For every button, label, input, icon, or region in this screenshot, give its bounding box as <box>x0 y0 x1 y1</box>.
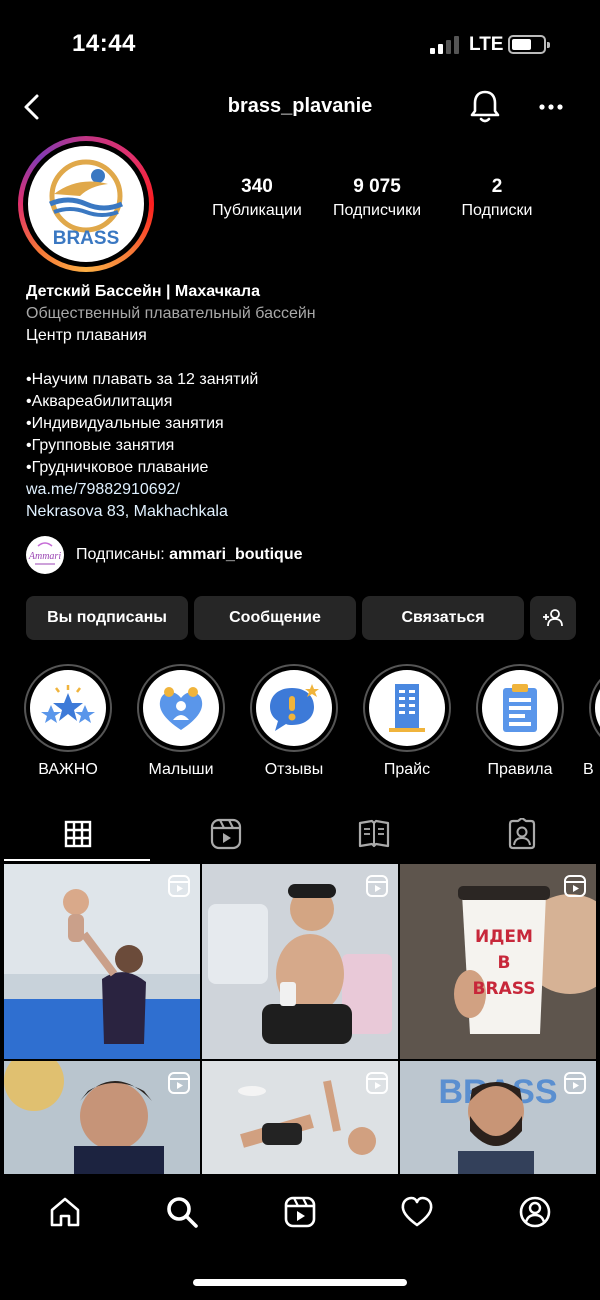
stat-following[interactable]: 2 Подписки <box>452 176 542 220</box>
highlight-important[interactable]: ВАЖНО <box>18 664 118 779</box>
bio-line: •Научим плавать за 12 занятий <box>26 371 259 388</box>
suggested-users-button[interactable] <box>530 596 576 640</box>
post-thumbnail[interactable]: BRASS <box>400 1061 596 1174</box>
stat-followers[interactable]: 9 075 Подписчики <box>318 176 436 220</box>
reel-badge-icon <box>168 1072 190 1094</box>
battery-icon <box>508 35 550 54</box>
profile-avatar: BRASS <box>28 146 144 262</box>
status-time: 14:44 <box>72 30 136 57</box>
highlight-label: Правила <box>487 761 553 778</box>
stat-posts[interactable]: 340 Публикации <box>212 176 302 220</box>
reel-badge-icon <box>564 1072 586 1094</box>
followed-by-prefix: Подписаны: <box>76 546 165 563</box>
bio-line: •Грудничковое плавание <box>26 459 209 476</box>
bio-line: •Аквареабилитация <box>26 393 173 410</box>
grid-icon <box>64 820 92 848</box>
building-icon <box>389 684 425 732</box>
post-thumbnail[interactable] <box>202 864 398 1059</box>
profile-actions: Вы подписаны Сообщение Связаться <box>26 596 576 640</box>
bio-line: Центр плавания <box>26 327 147 344</box>
add-person-icon <box>543 609 563 627</box>
ammari-logo-icon: Ammari <box>28 542 61 565</box>
highlight-label: Прайс <box>383 761 431 778</box>
network-label: LTE <box>469 34 504 55</box>
nav-activity[interactable] <box>397 1192 437 1232</box>
followed-by-user[interactable]: ammari_boutique <box>169 546 302 563</box>
bio-line <box>26 347 586 369</box>
cup-text-1: ИДЕМ <box>475 927 533 947</box>
reels-icon <box>210 818 242 850</box>
family-icon <box>159 687 203 730</box>
cup-text-2: В <box>498 953 511 973</box>
tab-guides[interactable] <box>299 806 449 862</box>
tagged-person-icon <box>508 818 536 850</box>
bio-line: •Групповые занятия <box>26 437 175 454</box>
highlight-kids[interactable]: Малыши <box>131 664 231 779</box>
post-thumbnail[interactable] <box>4 1061 200 1174</box>
post-thumbnail[interactable] <box>4 864 200 1059</box>
story-highlights: ВАЖНО Малыши Отзывы Прайс Правила В <box>0 664 600 784</box>
contact-button[interactable]: Связаться <box>362 596 524 640</box>
tab-tagged[interactable] <box>447 806 597 862</box>
post-thumbnail[interactable]: ИДЕМ В BRASS <box>400 864 596 1059</box>
svg-text:Ammari: Ammari <box>28 551 61 562</box>
highlight-rules[interactable]: Правила <box>470 664 570 779</box>
highlight-partial[interactable]: В <box>583 664 600 779</box>
profile-category: Общественный плавательный бассейн <box>26 305 316 322</box>
reel-badge-icon <box>564 875 586 897</box>
nav-search[interactable] <box>162 1192 202 1232</box>
reel-badge-icon <box>366 875 388 897</box>
home-icon <box>50 1197 80 1227</box>
bottom-navigation <box>0 1174 600 1300</box>
status-bar: 14:44 LTE <box>0 0 600 90</box>
followed-by[interactable]: Ammari Подписаны: ammari_boutique <box>26 536 302 574</box>
more-options-icon[interactable] <box>536 92 566 122</box>
profile-stats: 340 Публикации 9 075 Подписчики 2 Подпис… <box>212 176 542 220</box>
stars-icon <box>41 685 95 723</box>
profile-username: brass_plavanie <box>227 95 373 117</box>
avatar-brand-text: BRASS <box>53 228 120 249</box>
story-ring[interactable]: BRASS <box>18 136 154 272</box>
profile-tabs <box>0 806 600 862</box>
highlight-label: ВАЖНО <box>38 761 98 778</box>
cup-text-3: BRASS <box>473 979 536 999</box>
followed-by-avatar: Ammari <box>26 536 64 574</box>
tab-active-indicator <box>4 859 150 861</box>
highlight-price[interactable]: Прайс <box>357 664 457 779</box>
highlight-label: Отзывы <box>264 761 324 778</box>
reel-badge-icon <box>366 1072 388 1094</box>
nav-profile[interactable] <box>515 1192 555 1232</box>
highlight-reviews[interactable]: Отзывы <box>244 664 344 779</box>
notification-bell-icon[interactable] <box>468 88 502 124</box>
profile-header: brass_plavanie <box>0 80 600 136</box>
reels-icon <box>284 1196 316 1228</box>
tab-reels[interactable] <box>151 806 301 862</box>
posts-grid: ИДЕМ В BRASS <box>0 862 600 1174</box>
clipboard-icon <box>503 684 537 732</box>
highlight-label: Малыши <box>148 761 214 778</box>
speech-exclamation-icon <box>270 684 319 731</box>
profile-name: Детский Бассейн | Махачкала <box>26 283 260 300</box>
reel-badge-icon <box>168 875 190 897</box>
following-button[interactable]: Вы подписаны <box>26 596 188 640</box>
highlight-label: В <box>583 761 594 778</box>
search-icon <box>167 1197 198 1228</box>
profile-bio: Детский Бассейн | Махачкала Общественный… <box>26 281 586 523</box>
nav-reels[interactable] <box>280 1192 320 1232</box>
brass-logo-icon: BRASS <box>48 159 124 249</box>
message-button[interactable]: Сообщение <box>194 596 356 640</box>
bio-line: •Индивидуальные занятия <box>26 415 224 432</box>
bio-link[interactable]: wa.me/79882910692/ <box>26 479 586 501</box>
heart-icon <box>401 1196 433 1227</box>
profile-icon <box>519 1196 551 1228</box>
guides-icon <box>358 819 390 848</box>
bio-address[interactable]: Nekrasova 83, Makhachkala <box>26 501 586 523</box>
tab-grid[interactable] <box>3 806 153 862</box>
post-thumbnail[interactable] <box>202 1061 398 1174</box>
nav-home[interactable] <box>45 1192 85 1232</box>
signal-icon <box>430 36 459 54</box>
home-indicator[interactable] <box>193 1279 407 1286</box>
